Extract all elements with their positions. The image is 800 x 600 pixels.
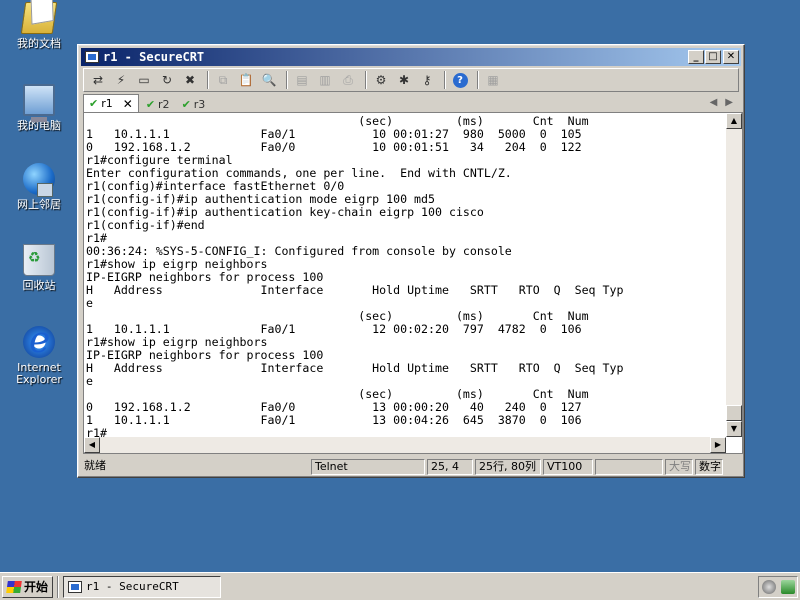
network-places-icon	[23, 163, 55, 197]
global-options-icon[interactable]: ✱	[394, 71, 414, 89]
disconnect-icon[interactable]: ✖	[180, 71, 200, 89]
internet-explorer-icon	[23, 320, 55, 361]
paste-icon[interactable]: 📋	[236, 71, 256, 89]
status-blank	[595, 459, 663, 475]
scroll-down-icon[interactable]: ▼	[726, 421, 742, 437]
securecrt-app-icon	[85, 51, 99, 63]
toolbar-separator	[477, 71, 479, 89]
desktop-icon-recycle-bin[interactable]: 回收站	[6, 244, 72, 292]
terminal-line: H Address Interface Hold Uptime SRTT RTO…	[86, 283, 624, 297]
desktop-icon-label: 我的文档	[17, 37, 61, 50]
quick-connect-icon[interactable]: ⚡	[111, 71, 131, 89]
recycle-bin-icon	[23, 244, 55, 276]
toolbar: ⇄ ⚡ ▭ ↻ ✖ ⧉ 📋 🔍 ▤ ▥ ⎙ ⚙ ✱ ⚷ ? ▦	[83, 68, 739, 92]
connected-check-icon: ✔	[145, 97, 156, 111]
tab-prev-icon[interactable]: ◀	[710, 94, 718, 112]
taskbar: 开始 r1 - SecureCRT	[0, 572, 800, 600]
status-caps-lock: 大写	[665, 459, 693, 475]
desktop-icon-internet-explorer[interactable]: Internet Explorer	[6, 320, 72, 386]
horizontal-scrollbar[interactable]: ◀ ▶	[84, 437, 726, 453]
windows-flag-icon	[6, 580, 22, 593]
securecrt-app-icon	[68, 580, 83, 593]
session-tabs: ✔ r1 ✕ ✔ r2 ✔ r3 ◀ ▶	[83, 94, 739, 112]
reconnect-icon[interactable]: ↻	[157, 71, 177, 89]
maximize-button[interactable]: □	[705, 50, 721, 64]
start-button[interactable]: 开始	[2, 575, 54, 598]
copy-icon[interactable]: ⧉	[213, 71, 233, 89]
connected-check-icon: ✔	[181, 97, 191, 111]
taskbar-item-securecrt[interactable]: r1 - SecureCRT	[63, 575, 222, 598]
terminal-output[interactable]: (sec) (ms) Cnt Num 1 10.1.1.1 Fa0/1 10 00…	[86, 115, 726, 437]
toolbar-separator	[286, 71, 288, 89]
connected-check-icon: ✔	[89, 97, 99, 110]
scroll-left-icon[interactable]: ◀	[84, 437, 100, 453]
window-titlebar[interactable]: r1 - SecureCRT _ □ ✕	[81, 48, 741, 66]
terminal-line: r1#	[86, 426, 107, 438]
desktop-icon-my-documents[interactable]: 我的文档	[6, 2, 72, 50]
print-setup-icon[interactable]: ▤	[292, 71, 312, 89]
my-documents-icon	[20, 2, 58, 34]
print-selection-icon[interactable]: ▥	[315, 71, 335, 89]
close-tab-icon[interactable]: ✕	[123, 97, 133, 111]
tab-label: r1	[101, 97, 113, 110]
sftp-icon[interactable]: ▦	[483, 71, 503, 89]
status-cursor-position: 25, 4	[427, 459, 473, 475]
vertical-scroll-thumb[interactable]	[726, 405, 742, 421]
desktop-icon-label: 回收站	[22, 279, 56, 292]
desktop-icon-network-places[interactable]: 网上邻居	[6, 163, 72, 211]
tab-r2[interactable]: ✔ r2	[141, 96, 175, 112]
scroll-up-icon[interactable]: ▲	[726, 113, 742, 129]
start-label: 开始	[24, 580, 49, 594]
desktop-icon-my-computer[interactable]: 我的电脑	[6, 84, 72, 132]
securecrt-window: r1 - SecureCRT _ □ ✕ ⇄ ⚡ ▭ ↻ ✖ ⧉ 📋 🔍 ▤ ▥…	[77, 44, 745, 478]
desktop-icon-label: Internet Explorer	[16, 361, 62, 386]
status-emulation: VT100	[543, 459, 593, 475]
status-protocol: Telnet	[311, 459, 425, 475]
status-num-lock: 数字	[695, 459, 723, 475]
terminal-line: H Address Interface Hold Uptime SRTT RTO…	[86, 361, 624, 375]
connect-icon[interactable]: ⇄	[88, 71, 108, 89]
session-options-icon[interactable]: ⚙	[371, 71, 391, 89]
terminal-pane[interactable]: (sec) (ms) Cnt Num 1 10.1.1.1 Fa0/1 10 00…	[83, 112, 743, 454]
tab-label: r2	[158, 97, 170, 111]
system-tray	[758, 576, 798, 598]
status-bar: 就绪 Telnet 25, 4 25行, 80列 VT100 大写 数字	[81, 458, 741, 476]
window-title: r1 - SecureCRT	[103, 50, 205, 64]
terminal-line: r1(config-if)#end	[86, 218, 205, 232]
terminal-line: 1 10.1.1.1 Fa0/1 13 00:04:26 645 3870 0 …	[86, 413, 582, 427]
scroll-right-icon[interactable]: ▶	[710, 437, 726, 453]
key-icon[interactable]: ⚷	[417, 71, 437, 89]
tab-r1[interactable]: ✔ r1 ✕	[83, 94, 139, 112]
toolbar-separator	[207, 71, 209, 89]
connect-tab-icon[interactable]: ▭	[134, 71, 154, 89]
help-icon[interactable]: ?	[450, 71, 470, 89]
close-button[interactable]: ✕	[723, 50, 739, 64]
taskbar-item-label: r1 - SecureCRT	[86, 580, 179, 593]
vertical-scrollbar[interactable]: ▲ ▼	[726, 113, 742, 437]
tab-r3[interactable]: ✔ r3	[177, 96, 211, 112]
tab-next-icon[interactable]: ▶	[725, 94, 733, 112]
toolbar-separator	[444, 71, 446, 89]
print-icon[interactable]: ⎙	[338, 71, 358, 89]
minimize-button[interactable]: _	[688, 50, 704, 64]
find-icon[interactable]: 🔍	[259, 71, 279, 89]
my-computer-icon	[23, 84, 55, 122]
tab-label: r3	[193, 97, 206, 111]
taskbar-separator	[57, 575, 60, 598]
status-terminal-size: 25行, 80列	[475, 459, 541, 475]
status-ready: 就绪	[84, 459, 106, 472]
network-status-icon[interactable]	[780, 580, 795, 594]
desktop-icon-label: 网上邻居	[17, 198, 61, 211]
toolbar-separator	[365, 71, 367, 89]
volume-icon[interactable]	[761, 580, 776, 594]
